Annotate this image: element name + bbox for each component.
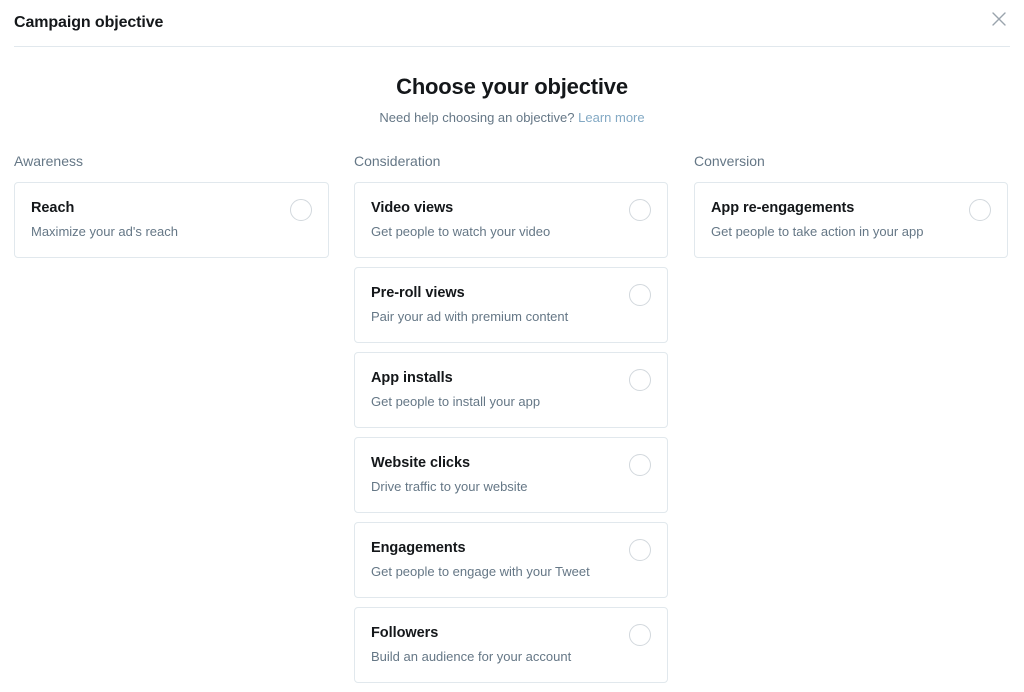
close-icon[interactable] [988, 8, 1010, 30]
objective-card-followers[interactable]: Followers Build an audience for your acc… [354, 607, 668, 683]
objective-card-title: Video views [371, 199, 617, 218]
objective-card-title: Pre-roll views [371, 284, 617, 303]
objective-card-description: Get people to engage with your Tweet [371, 563, 617, 580]
objective-card-website-clicks[interactable]: Website clicks Drive traffic to your web… [354, 437, 668, 513]
objective-card-description: Get people to watch your video [371, 223, 617, 240]
objective-subtitle-text: Need help choosing an objective? [379, 110, 574, 125]
objective-card-description: Drive traffic to your website [371, 478, 617, 495]
radio-button[interactable] [290, 199, 312, 221]
radio-button[interactable] [629, 539, 651, 561]
objective-card-title: App re-engagements [711, 199, 957, 218]
intro-section: Choose your objective Need help choosing… [0, 47, 1024, 126]
objective-card-description: Get people to install your app [371, 393, 617, 410]
objective-subtitle: Need help choosing an objective? Learn m… [0, 109, 1024, 126]
objective-card-app-installs[interactable]: App installs Get people to install your … [354, 352, 668, 428]
column-header-conversion: Conversion [694, 152, 1008, 170]
learn-more-link[interactable]: Learn more [578, 110, 644, 125]
objective-card-title: Reach [31, 199, 278, 218]
objective-card-title: Website clicks [371, 454, 617, 473]
objective-card-video-views[interactable]: Video views Get people to watch your vid… [354, 182, 668, 258]
objective-card-title: App installs [371, 369, 617, 388]
objective-card-title: Engagements [371, 539, 617, 558]
column-header-consideration: Consideration [354, 152, 668, 170]
objective-columns: Awareness Reach Maximize your ad's reach… [0, 152, 1024, 692]
radio-button[interactable] [629, 369, 651, 391]
column-awareness: Awareness Reach Maximize your ad's reach [14, 152, 329, 267]
radio-button[interactable] [629, 284, 651, 306]
column-header-awareness: Awareness [14, 152, 329, 170]
objective-card-description: Maximize your ad's reach [31, 223, 278, 240]
radio-button[interactable] [969, 199, 991, 221]
objective-card-engagements[interactable]: Engagements Get people to engage with yo… [354, 522, 668, 598]
objective-heading: Choose your objective [0, 73, 1024, 101]
objective-card-title: Followers [371, 624, 617, 643]
radio-button[interactable] [629, 199, 651, 221]
radio-button[interactable] [629, 624, 651, 646]
column-conversion: Conversion App re-engagements Get people… [694, 152, 1008, 267]
page-title: Campaign objective [14, 13, 163, 33]
objective-card-app-re-engagements[interactable]: App re-engagements Get people to take ac… [694, 182, 1008, 258]
column-consideration: Consideration Video views Get people to … [354, 152, 668, 692]
radio-button[interactable] [629, 454, 651, 476]
objective-card-description: Build an audience for your account [371, 648, 617, 665]
modal-header: Campaign objective [0, 0, 1024, 46]
objective-card-description: Pair your ad with premium content [371, 308, 617, 325]
objective-card-description: Get people to take action in your app [711, 223, 957, 240]
objective-card-reach[interactable]: Reach Maximize your ad's reach [14, 182, 329, 258]
objective-card-pre-roll-views[interactable]: Pre-roll views Pair your ad with premium… [354, 267, 668, 343]
